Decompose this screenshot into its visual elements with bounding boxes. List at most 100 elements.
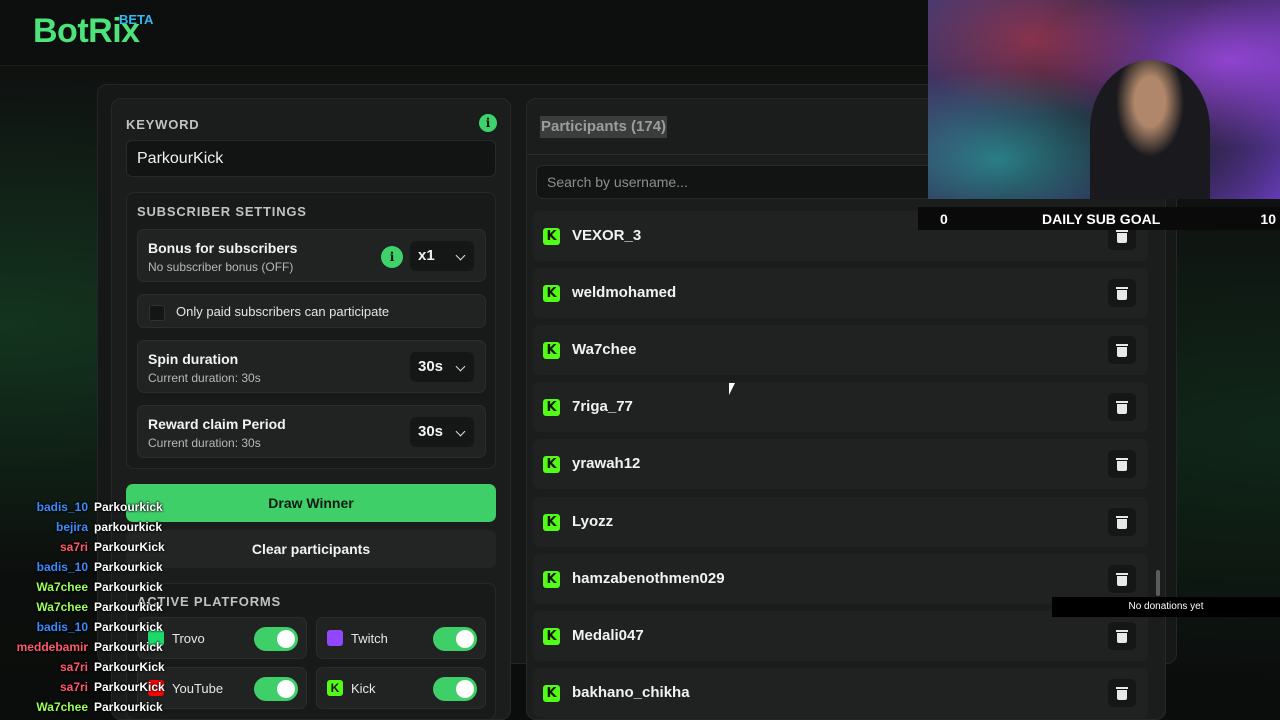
chat-line: Wa7chee Parkourkick xyxy=(0,697,170,717)
trash-icon xyxy=(1116,458,1128,460)
chat-username: meddebamir xyxy=(16,640,88,654)
bonus-setting-row: Bonus for subscribers No subscriber bonu… xyxy=(137,229,486,282)
delete-participant-button[interactable] xyxy=(1108,622,1136,650)
chat-message: Parkourkick xyxy=(94,560,163,574)
chat-username: Wa7chee xyxy=(36,600,88,614)
keyword-label: KEYWORD xyxy=(126,117,200,132)
chat-message: parkourkick xyxy=(94,520,163,534)
paid-only-row[interactable]: Only paid subscribers can participate xyxy=(137,294,486,328)
draw-winner-button[interactable]: Draw Winner xyxy=(126,484,496,522)
spin-duration-row: Spin duration Current duration: 30s 30s xyxy=(137,340,486,393)
participant-row: K Wa7chee xyxy=(533,325,1148,375)
participant-name: yrawah12 xyxy=(572,455,641,472)
delete-participant-button[interactable] xyxy=(1108,679,1136,707)
chat-username: sa7ri xyxy=(59,660,88,674)
streamer-silhouette xyxy=(1090,60,1210,199)
clear-participants-button[interactable]: Clear participants xyxy=(126,530,496,568)
chat-overlay: badis_10 Parkourkick bejira parkourkick sa… xyxy=(0,497,170,720)
chevron-down-icon xyxy=(455,250,466,261)
participant-name: Lyozz xyxy=(572,513,614,530)
sub-goal-target: 10 xyxy=(1260,211,1276,227)
paid-only-checkbox[interactable] xyxy=(149,305,165,321)
participant-name: Medali047 xyxy=(572,627,644,644)
kick-toggle[interactable] xyxy=(433,677,477,701)
reward-period-select[interactable]: 30s xyxy=(410,417,474,447)
trash-icon xyxy=(1116,630,1128,632)
donations-ticker: No donations yet xyxy=(1052,597,1280,617)
bonus-subtitle: No subscriber bonus (OFF) xyxy=(148,260,294,274)
participants-scrollbar[interactable] xyxy=(1156,570,1160,596)
delete-participant-button[interactable] xyxy=(1108,279,1136,307)
keyword-input[interactable] xyxy=(126,140,496,177)
trash-icon-body xyxy=(1117,404,1127,414)
chat-username: Wa7chee xyxy=(36,700,88,714)
twitch-icon xyxy=(327,630,343,646)
trash-icon-body xyxy=(1117,461,1127,471)
platform-kick-label: Kick xyxy=(351,681,376,696)
trash-icon-body xyxy=(1117,347,1127,357)
chat-line: Wa7chee Parkourkick xyxy=(0,577,170,597)
twitch-toggle[interactable] xyxy=(433,627,477,651)
participant-name: bakhano_chikha xyxy=(572,684,690,701)
trovo-toggle[interactable] xyxy=(254,627,298,651)
platform-twitch-label: Twitch xyxy=(351,631,388,646)
delete-participant-button[interactable] xyxy=(1108,508,1136,536)
spin-duration-value: 30s xyxy=(418,358,444,375)
trash-icon-body xyxy=(1117,290,1127,300)
trash-icon xyxy=(1116,573,1128,575)
chevron-down-icon xyxy=(455,361,466,372)
chat-message: ParkourKick xyxy=(94,680,165,694)
youtube-toggle[interactable] xyxy=(254,677,298,701)
reward-period-subtitle: Current duration: 30s xyxy=(148,436,261,450)
trash-icon xyxy=(1116,344,1128,346)
kick-icon: K xyxy=(543,514,560,531)
trash-icon-body xyxy=(1117,576,1127,586)
kick-icon: K xyxy=(543,628,560,645)
kick-icon: K xyxy=(543,685,560,702)
chat-username: bejira xyxy=(55,520,88,534)
chat-message: Parkourkick xyxy=(94,580,163,594)
kick-icon: K xyxy=(327,680,343,696)
delete-participant-button[interactable] xyxy=(1108,336,1136,364)
chat-username: Wa7chee xyxy=(36,580,88,594)
chat-line: meddebamir Parkourkick xyxy=(0,637,170,657)
chevron-down-icon xyxy=(455,426,466,437)
spin-duration-subtitle: Current duration: 30s xyxy=(148,371,261,385)
chat-line: sa7ri ParkourKick xyxy=(0,677,170,697)
trash-icon xyxy=(1116,401,1128,403)
sub-goal-current: 0 xyxy=(940,211,948,227)
participant-name: hamzabenothmen029 xyxy=(572,570,725,587)
participant-name: VEXOR_3 xyxy=(572,227,642,244)
delete-participant-button[interactable] xyxy=(1108,450,1136,478)
chat-line: sa7ri ParkourKick xyxy=(0,537,170,557)
delete-participant-button[interactable] xyxy=(1108,565,1136,593)
participant-row: K yrawah12 xyxy=(533,439,1148,489)
chat-message: Parkourkick xyxy=(94,620,163,634)
chat-message: ParkourKick xyxy=(94,540,165,554)
platform-twitch: Twitch xyxy=(316,617,486,659)
participant-name: weldmohamed xyxy=(572,284,677,301)
spin-duration-select[interactable]: 30s xyxy=(410,352,474,382)
bonus-title: Bonus for subscribers xyxy=(148,240,298,256)
chat-message: ParkourKick xyxy=(94,660,165,674)
bonus-multiplier-select[interactable]: x1 xyxy=(410,241,474,271)
chat-line: badis_10 Parkourkick xyxy=(0,617,170,637)
sub-goal-title: DAILY SUB GOAL xyxy=(1042,211,1161,227)
kick-icon: K xyxy=(543,571,560,588)
trash-icon-body xyxy=(1117,690,1127,700)
trash-icon xyxy=(1116,687,1128,689)
chat-message: Parkourkick xyxy=(94,500,163,514)
kick-icon: K xyxy=(543,399,560,416)
info-icon[interactable]: i xyxy=(479,114,497,132)
daily-sub-goal-bar: 0 DAILY SUB GOAL 10 xyxy=(918,207,1280,230)
participant-row: K Lyozz xyxy=(533,497,1148,547)
trash-icon-body xyxy=(1117,519,1127,529)
kick-icon: K xyxy=(543,342,560,359)
participant-name: 7riga_77 xyxy=(572,398,633,415)
delete-participant-button[interactable] xyxy=(1108,393,1136,421)
bonus-info-icon[interactable]: i xyxy=(381,246,403,268)
chat-line: bejira parkourkick xyxy=(0,517,170,537)
reward-period-row: Reward claim Period Current duration: 30… xyxy=(137,405,486,458)
chat-username: sa7ri xyxy=(59,540,88,554)
participant-row: K Medali047 xyxy=(533,611,1148,661)
